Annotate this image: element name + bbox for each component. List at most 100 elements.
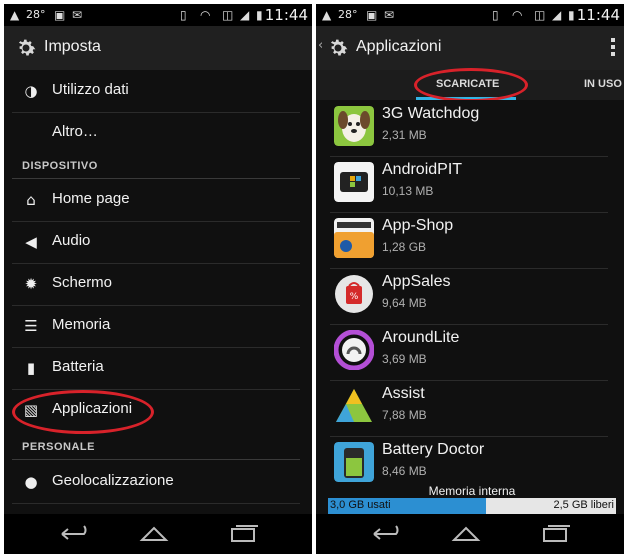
signal-icon: ◢ — [240, 8, 250, 22]
recents-icon[interactable] — [543, 525, 570, 542]
section-header-personal: PERSONALE — [22, 441, 95, 453]
settings-item-label: Audio — [52, 232, 91, 249]
status-bar: ▲ 28° ▣ ✉ ▯ ◠ ◫ ◢ ▮ 11:44 — [316, 4, 624, 26]
sync-icon: ◫ — [222, 8, 234, 22]
settings-item-battery[interactable]: ▮ Batteria — [12, 347, 300, 390]
highlight-circle — [414, 68, 528, 102]
settings-item-storage[interactable]: ☰ Memoria — [12, 305, 300, 348]
storage-indicator: Memoria interna 3,0 GB usati 2,5 GB libe… — [328, 482, 616, 514]
storage-free: 2,5 GB liberi — [553, 499, 614, 511]
settings-gear-icon[interactable] — [14, 36, 38, 60]
app-name: Battery Doctor — [382, 441, 485, 458]
app-size: 9,64 MB — [382, 296, 427, 310]
storage-icon: ☰ — [24, 317, 38, 335]
navigation-bar — [4, 514, 312, 554]
battery-doctor-icon — [334, 442, 374, 482]
battery-icon: ▮ — [26, 359, 36, 377]
sync-icon: ◫ — [534, 8, 546, 22]
settings-item-data-usage[interactable]: ◑ Utilizzo dati — [12, 70, 300, 113]
home-button-icon[interactable] — [139, 526, 169, 541]
settings-item-label: Geolocalizzazione — [52, 472, 174, 489]
tab-bar: SCARICATE IN USO — [316, 68, 624, 102]
wifi-icon: ◠ — [200, 8, 211, 22]
settings-list: ◑ Utilizzo dati Altro… DISPOSITIVO ⌂ Hom… — [4, 70, 312, 514]
settings-item-label: Utilizzo dati — [52, 81, 129, 98]
app-row[interactable]: 3G Watchdog 2,31 MB — [330, 100, 608, 157]
page-title: Applicazioni — [356, 38, 442, 55]
volume-icon: ◀ — [25, 233, 37, 251]
app-name: AndroidPIT — [382, 161, 463, 178]
clock: 11:44 — [264, 6, 308, 24]
page-title: Imposta — [44, 38, 101, 55]
app-size: 2,31 MB — [382, 128, 427, 142]
appsales-icon: % — [335, 275, 373, 313]
signal-icon: ◢ — [552, 8, 562, 22]
nav-buttons — [61, 525, 258, 542]
clock: 11:44 — [576, 6, 620, 24]
highlight-circle — [12, 390, 154, 434]
app-size: 1,28 GB — [382, 240, 427, 254]
notification-icon: ▲ — [10, 8, 20, 22]
overflow-menu-icon[interactable] — [610, 38, 616, 58]
section-divider — [12, 459, 300, 460]
brightness-icon: ✹ — [24, 275, 38, 293]
app-name: AroundLite — [382, 329, 460, 346]
settings-item-label: Schermo — [52, 274, 113, 291]
app-size: 7,88 MB — [382, 408, 427, 422]
assist-icon — [336, 389, 372, 422]
notification-icon: ▲ — [322, 8, 332, 22]
app-name: 3G Watchdog — [382, 105, 480, 122]
app-row[interactable]: Assist 7,88 MB — [330, 380, 608, 437]
app-size: 8,46 MB — [382, 464, 427, 478]
app-name: AppSales — [382, 273, 451, 290]
back-icon[interactable] — [61, 525, 87, 540]
home-icon: ⌂ — [26, 191, 36, 209]
app-size: 3,69 MB — [382, 352, 427, 366]
svg-text:%: % — [350, 292, 359, 302]
storage-used: 3,0 GB usati — [330, 499, 391, 511]
nav-buttons — [373, 525, 570, 542]
settings-screen: ▲ 28° ▣ ✉ ▯ ◠ ◫ ◢ ▮ 11:44 Imposta ◑ Util… — [4, 4, 312, 554]
data-usage-icon: ◑ — [24, 82, 38, 100]
androidpit-icon — [334, 162, 374, 202]
settings-gear-icon[interactable] — [326, 36, 350, 60]
tab-running[interactable]: IN USO — [584, 78, 622, 90]
settings-item-label: Altro… — [52, 123, 98, 140]
settings-item-audio[interactable]: ◀ Audio — [12, 221, 300, 264]
battery-status-icon: ▮ — [256, 8, 263, 22]
recents-icon[interactable] — [231, 525, 258, 542]
app-row[interactable]: App-Shop 1,28 GB — [330, 212, 608, 269]
vibrate-icon: ▯ — [180, 8, 187, 22]
aroundlite-icon — [334, 330, 374, 370]
settings-item-label: Home page — [52, 190, 130, 207]
navigation-bar — [316, 514, 624, 554]
app-name: Assist — [382, 385, 425, 402]
temperature: 28° — [338, 8, 358, 21]
settings-item-display[interactable]: ✹ Schermo — [12, 263, 300, 306]
wifi-icon: ◠ — [512, 8, 523, 22]
image-icon: ▣ — [366, 8, 378, 22]
location-icon: ● — [24, 473, 38, 491]
back-icon[interactable] — [373, 525, 399, 540]
battery-status-icon: ▮ — [568, 8, 575, 22]
app-row[interactable]: AndroidPIT 10,13 MB — [330, 156, 608, 213]
app-list: 3G Watchdog 2,31 MB AndroidPIT 10,13 MB … — [316, 100, 624, 514]
app-row[interactable]: AroundLite 3,69 MB — [330, 324, 608, 381]
app-row[interactable]: % AppSales 9,64 MB — [330, 268, 608, 325]
settings-item-location[interactable]: ● Geolocalizzazione — [12, 461, 300, 504]
applications-screen: ▲ 28° ▣ ✉ ▯ ◠ ◫ ◢ ▮ 11:44 ‹ Applicazioni… — [316, 4, 624, 554]
image-icon: ▣ — [54, 8, 66, 22]
amazon-apps-icon — [334, 218, 374, 258]
watchdog-icon — [334, 106, 374, 146]
vibrate-icon: ▯ — [492, 8, 499, 22]
status-bar: ▲ 28° ▣ ✉ ▯ ◠ ◫ ◢ ▮ 11:44 — [4, 4, 312, 26]
storage-bar: 3,0 GB usati 2,5 GB liberi — [328, 498, 616, 514]
settings-item-label: Batteria — [52, 358, 104, 375]
app-name: App-Shop — [382, 217, 454, 234]
back-chevron-icon[interactable]: ‹ — [318, 38, 323, 53]
settings-item-more[interactable]: Altro… — [12, 112, 300, 154]
settings-item-home[interactable]: ⌂ Home page — [12, 179, 300, 222]
action-bar: Imposta — [4, 26, 312, 70]
home-button-icon[interactable] — [451, 526, 481, 541]
mail-icon: ✉ — [384, 8, 395, 22]
